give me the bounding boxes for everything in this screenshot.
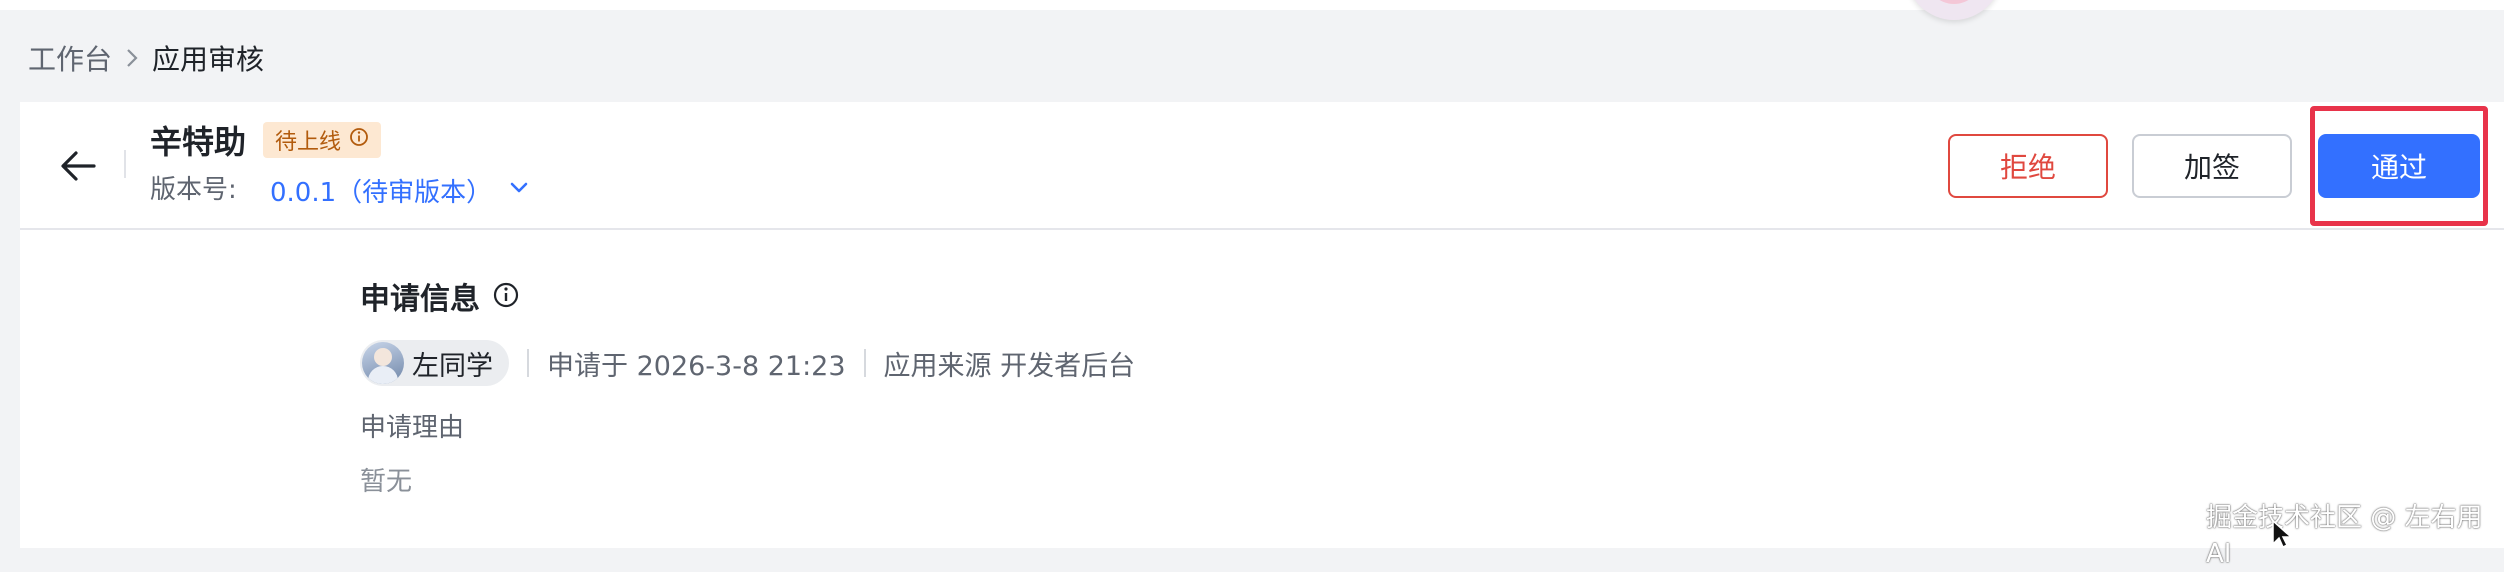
watermark: 掘金技术社区 @ 左右用AI xyxy=(2206,503,2483,569)
review-panel: 辛特助 待上线 版本号: 0.0.1（待审版本） 拒绝 加签 通过 申请信息 左… xyxy=(20,102,2504,548)
application-info-title-text: 申请信息 xyxy=(360,282,480,317)
reason-value: 暂无 xyxy=(360,467,413,497)
application-meta: 左同学 申请于 2026-3-8 21:23 应用来源 开发者后台 xyxy=(360,340,1135,386)
application-info-title: 申请信息 xyxy=(360,280,520,320)
applied-at: 申请于 2026-3-8 21:23 xyxy=(547,350,846,382)
version-label: 版本号: xyxy=(150,175,237,205)
version-value: 0.0.1（待审版本） xyxy=(270,177,493,208)
breadcrumb-current: 应用审核 xyxy=(152,43,265,76)
chevron-right-icon xyxy=(124,47,140,69)
reason-label: 申请理由 xyxy=(360,413,465,443)
chevron-down-icon xyxy=(508,175,530,205)
avatar xyxy=(362,342,404,384)
top-bar xyxy=(0,0,2504,10)
approve-button[interactable]: 通过 xyxy=(2318,134,2480,198)
reject-button[interactable]: 拒绝 xyxy=(1948,134,2108,198)
app-name: 辛特助 xyxy=(150,123,247,161)
applicant-name: 左同学 xyxy=(412,350,493,382)
breadcrumb-root-link[interactable]: 工作台 xyxy=(28,38,112,78)
mouse-cursor-icon xyxy=(2272,519,2293,549)
app-source: 应用来源 开发者后台 xyxy=(883,350,1136,382)
applicant-chip[interactable]: 左同学 xyxy=(360,340,509,386)
header-divider xyxy=(124,150,126,178)
version-select[interactable]: 0.0.1（待审版本） xyxy=(270,168,530,212)
info-icon[interactable] xyxy=(492,280,520,320)
status-badge: 待上线 xyxy=(263,122,382,158)
floating-assistant-button[interactable] xyxy=(1906,0,2002,20)
status-badge-label: 待上线 xyxy=(275,130,342,155)
meta-divider xyxy=(863,349,866,377)
breadcrumb: 工作台 应用审核 xyxy=(28,38,264,78)
add-sign-button[interactable]: 加签 xyxy=(2132,134,2292,198)
app-header: 辛特助 待上线 版本号: 0.0.1（待审版本） 拒绝 加签 通过 xyxy=(20,102,2504,230)
info-icon[interactable] xyxy=(349,127,369,153)
arrow-left-icon[interactable] xyxy=(56,144,100,188)
meta-divider xyxy=(527,349,529,377)
